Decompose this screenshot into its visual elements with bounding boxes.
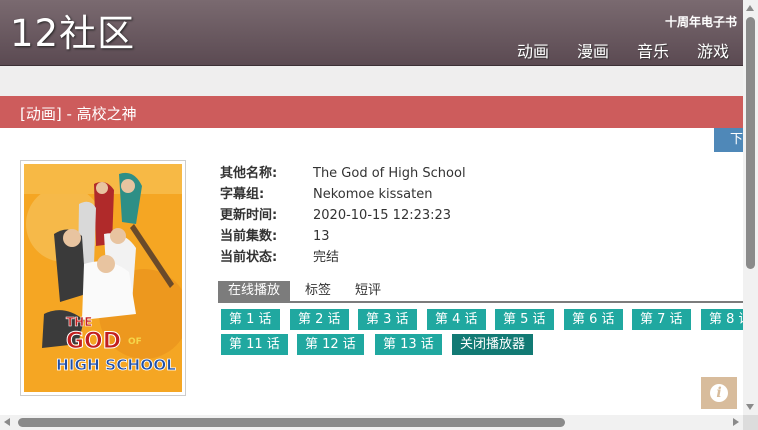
scrollbar-corner [743,415,758,430]
poster-logo-god: GOD [66,329,121,354]
close-player-button[interactable]: 关闭播放器 [452,334,534,355]
ten-year-ebook-link[interactable]: 十周年电子书 [665,13,737,30]
scroll-left-arrow-icon[interactable] [4,418,10,426]
episode-button[interactable]: 第 8 话 [701,309,743,330]
poster-logo-of: OF [128,337,142,347]
header-spacer [0,66,743,96]
nav-item-music[interactable]: 音乐 [637,38,669,62]
info-value: The God of High School [313,166,466,181]
vertical-scrollbar[interactable] [743,0,758,415]
tab-tags[interactable]: 标签 [305,281,331,301]
episode-button[interactable]: 第 4 话 [427,309,486,330]
anime-info: 其他名称: The God of High School 字幕组: Nekomo… [220,163,466,268]
info-label: 字幕组: [220,187,265,202]
info-row: 更新时间: 2020-10-15 12:23:23 [220,205,466,226]
info-row: 字幕组: Nekomoe kissaten [220,184,466,205]
anime-poster: THE GOD OF HIGH SCHOOL [20,160,186,396]
nav-item-manga[interactable]: 漫画 [577,38,609,62]
tab-online-play[interactable]: 在线播放 [218,281,291,301]
scroll-right-arrow-icon[interactable] [733,418,739,426]
horizontal-scroll-thumb[interactable] [18,418,565,427]
poster-image: THE GOD OF HIGH SCHOOL [24,164,182,392]
info-row: 其他名称: The God of High School [220,163,466,184]
nav-item-games[interactable]: 游戏 [697,38,729,62]
poster-logo-high-school: HIGH SCHOOL [56,356,176,374]
scroll-down-arrow-icon[interactable] [746,404,754,410]
episode-button[interactable]: 第 6 话 [564,309,623,330]
info-row: 当前集数: 13 [220,226,466,247]
episode-button[interactable]: 第 2 话 [290,309,349,330]
episode-button[interactable]: 第 7 话 [632,309,691,330]
episode-button[interactable]: 第 3 话 [358,309,417,330]
horizontal-scrollbar[interactable] [0,415,743,430]
info-button[interactable]: i [701,377,737,409]
tab-reviews[interactable]: 短评 [355,281,381,301]
info-icon: i [710,384,728,402]
info-row: 当前状态: 完结 [220,247,466,268]
episode-button[interactable]: 第 1 话 [221,309,280,330]
nav-item-anime[interactable]: 动画 [517,38,549,62]
page-title-bar: [动画] - 高校之神 [0,96,743,128]
info-label: 当前状态: [220,250,278,265]
vertical-scroll-thumb[interactable] [746,17,755,269]
episode-button[interactable]: 第 13 话 [375,334,442,355]
content-tabs: 在线播放 标签 短评 [218,281,743,303]
info-value: Nekomoe kissaten [313,187,433,202]
info-label: 更新时间: [220,208,278,223]
main-nav: 动画 漫画 音乐 游戏 [517,38,729,62]
info-label: 当前集数: [220,229,278,244]
episode-list: 第 1 话 第 2 话 第 3 话 第 4 话 第 5 话 第 6 话 第 7 … [221,309,743,357]
info-value: 2020-10-15 12:23:23 [313,208,452,223]
page-title: [动画] - 高校之神 [20,105,137,123]
site-header: 12社区 十周年电子书 动画 漫画 音乐 游戏 [0,0,743,66]
info-value: 完结 [313,250,340,265]
episode-button[interactable]: 第 12 话 [297,334,364,355]
poster-logo-the: THE [66,315,92,329]
scroll-up-arrow-icon[interactable] [746,5,754,11]
download-button[interactable]: 下 [714,128,743,152]
info-label: 其他名称: [220,166,278,181]
site-logo[interactable]: 12社区 [10,14,135,54]
episode-button[interactable]: 第 11 话 [221,334,288,355]
episode-button[interactable]: 第 5 话 [495,309,554,330]
info-value: 13 [313,229,330,244]
